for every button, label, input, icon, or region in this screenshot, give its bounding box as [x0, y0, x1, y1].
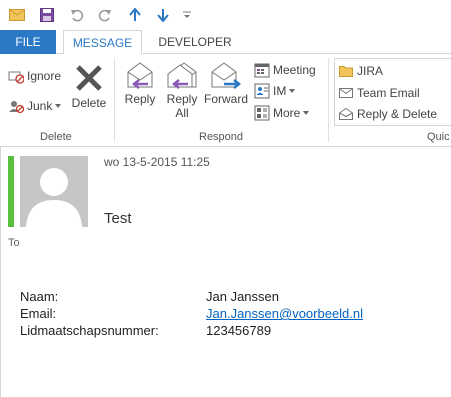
ignore-label: Ignore	[27, 69, 62, 83]
more-button[interactable]: More	[254, 105, 313, 121]
field-value-lidmaatschapsnummer: 123456789	[206, 323, 272, 338]
avatar[interactable]	[20, 156, 88, 227]
tab-file[interactable]: FILE	[0, 30, 56, 54]
quick-access-toolbar	[0, 0, 451, 30]
group-divider	[328, 58, 329, 142]
email-link[interactable]: Jan.Janssen@voorbeeld.nl	[206, 306, 363, 321]
ribbon: Ignore Junk Delete Delete Reply Reply Al…	[0, 54, 451, 147]
category-color-bar	[8, 156, 14, 227]
mail-icon[interactable]	[8, 6, 26, 24]
quick-steps-group-label: Quic	[427, 131, 450, 143]
delete-button[interactable]: Delete	[70, 62, 108, 110]
customize-icon[interactable]	[178, 6, 196, 24]
delete-label: Delete	[71, 96, 107, 110]
ignore-icon	[8, 71, 24, 84]
person-silhouette-icon	[26, 168, 82, 227]
quick-step-reply-delete[interactable]: Reply & Delete	[339, 107, 437, 121]
calendar-icon	[254, 63, 270, 78]
field-label-lidmaatschapsnummer: Lidmaatschapsnummer:	[20, 323, 159, 338]
folder-icon	[339, 66, 353, 77]
field-value-naam: Jan Janssen	[206, 289, 279, 304]
im-label: IM	[273, 84, 287, 98]
delete-x-icon	[76, 65, 102, 91]
reply-all-label-line2: All	[175, 106, 189, 120]
more-icon	[254, 105, 270, 121]
redo-icon[interactable]	[96, 6, 114, 24]
forward-label: Forward	[203, 92, 248, 106]
reply-all-button[interactable]: Reply All	[163, 60, 201, 120]
message-date: wo 13-5-2015 11:25	[104, 155, 210, 169]
forward-icon	[211, 62, 242, 89]
junk-icon	[9, 101, 24, 114]
reply-button[interactable]: Reply	[120, 60, 160, 106]
quick-step-jira-label: JIRA	[357, 64, 384, 78]
chevron-down-icon	[55, 104, 62, 108]
reply-all-label-line1: Reply	[166, 92, 198, 106]
tab-developer[interactable]: DEVELOPER	[150, 30, 240, 54]
tab-message[interactable]: MESSAGE	[63, 30, 142, 55]
ignore-button[interactable]: Ignore	[8, 68, 61, 84]
quick-step-team-email[interactable]: Team Email	[339, 86, 420, 100]
to-label: To	[8, 237, 20, 249]
group-divider	[114, 58, 115, 142]
reply-label: Reply	[124, 92, 156, 106]
ribbon-tabs: FILE MESSAGE DEVELOPER	[0, 30, 451, 55]
respond-group-label: Respond	[199, 131, 244, 143]
mail-icon	[339, 88, 353, 98]
chevron-down-icon	[303, 111, 310, 115]
im-icon	[254, 83, 270, 99]
more-label: More	[273, 106, 301, 120]
meeting-button[interactable]: Meeting	[254, 62, 316, 78]
save-icon[interactable]	[38, 6, 56, 24]
pane-border	[0, 147, 1, 397]
up-arrow-icon[interactable]	[126, 6, 144, 24]
undo-icon[interactable]	[68, 6, 86, 24]
reply-icon	[127, 62, 153, 89]
reply-all-icon	[167, 62, 197, 89]
junk-button[interactable]: Junk	[8, 98, 65, 114]
junk-label: Junk	[27, 99, 53, 113]
field-label-naam: Naam:	[20, 289, 59, 304]
quick-step-jira[interactable]: JIRA	[339, 64, 383, 78]
im-button[interactable]: IM	[254, 83, 299, 99]
quick-steps-gallery: JIRA Team Email Reply & Delete	[334, 58, 451, 126]
chevron-down-icon	[289, 89, 296, 93]
delete-group-label: Delete	[40, 131, 72, 143]
forward-button[interactable]: Forward	[203, 60, 249, 106]
message-subject: Test	[104, 210, 132, 227]
meeting-label: Meeting	[273, 63, 316, 77]
quick-step-reply-delete-label: Reply & Delete	[357, 107, 438, 121]
quick-step-team-email-label: Team Email	[357, 86, 420, 100]
down-arrow-icon[interactable]	[154, 6, 172, 24]
reading-pane: wo 13-5-2015 11:25 Test To Naam: Jan Jan…	[0, 147, 451, 397]
field-label-email: Email:	[20, 306, 57, 321]
reply-delete-icon	[339, 108, 353, 120]
